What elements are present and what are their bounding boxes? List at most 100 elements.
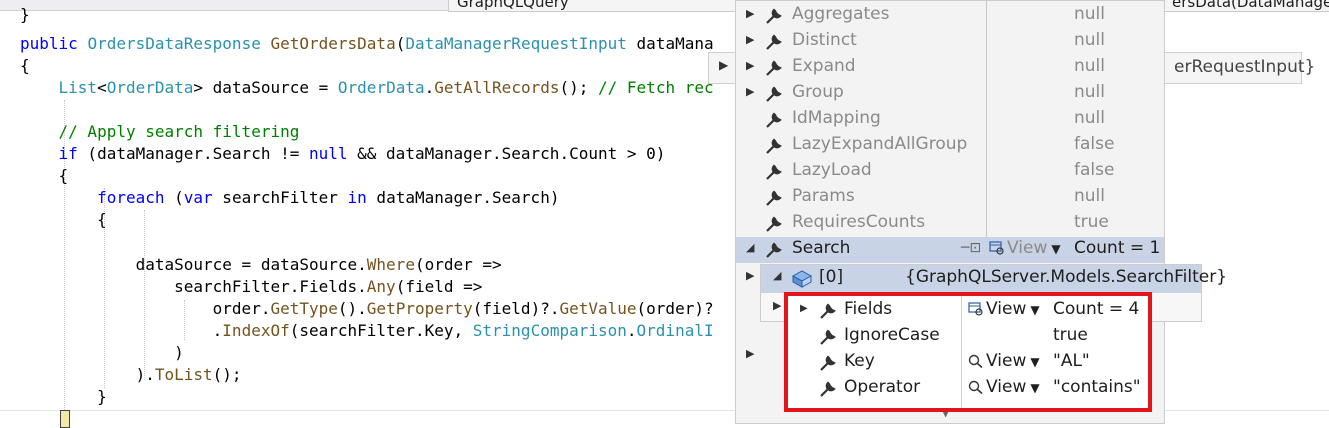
tab-label: ersData(DataManager [1172, 0, 1329, 11]
property-wrench-icon [766, 138, 782, 154]
expand-arrow-icon[interactable]: ▶ [746, 347, 754, 360]
property-wrench-icon [766, 60, 782, 76]
property-wrench-icon [820, 303, 836, 319]
tab-graphql-query[interactable]: GraphQLQuery [448, 0, 743, 12]
code-line: } [20, 387, 107, 406]
datatip-name: Expand [792, 56, 856, 76]
expand-arrow-icon[interactable]: ▶ [746, 269, 754, 282]
code-line: { [20, 56, 30, 75]
datatip-value: null [1074, 108, 1105, 128]
property-wrench-icon [766, 242, 782, 258]
view-label: View [1007, 238, 1048, 258]
code-line: foreach (var searchFilter in dataManager… [97, 188, 560, 207]
expand-arrow-icon[interactable]: ▶ [719, 58, 728, 72]
expand-arrow-icon[interactable]: ▶ [746, 85, 754, 98]
code-line: ) [20, 343, 184, 362]
filter-field-row[interactable]: IgnoreCase true [788, 324, 1148, 350]
search-item-value: {GraphQLServer.Models.SearchFilter} [905, 267, 1228, 287]
field-name: Operator [844, 377, 921, 397]
dropdown-arrow-icon: ▼ [1030, 303, 1040, 317]
datatip-row[interactable]: IdMapping null [736, 107, 1164, 133]
code-line: .IndexOf(searchFilter.Key, StringCompari… [20, 321, 714, 340]
magnifier-icon [968, 354, 983, 368]
datatip-name: Params [792, 186, 855, 206]
datatip-name: Group [792, 82, 844, 102]
code-line: // Apply search filtering [58, 122, 300, 141]
view-label: View [986, 299, 1027, 319]
view-label: View [986, 377, 1027, 397]
datatip-name: Aggregates [792, 4, 890, 24]
dropdown-arrow-icon: ▼ [1030, 355, 1040, 369]
datatip-name: RequiresCounts [792, 212, 926, 232]
highlighted-search-filter-details[interactable]: ▶ Fields View ▼ Count = 4 IgnoreCase true Key Vi… [784, 292, 1152, 412]
property-wrench-icon [766, 86, 782, 102]
datatip-name: Distinct [792, 30, 857, 50]
code-line: public OrdersDataResponse GetOrdersData(… [20, 34, 714, 53]
datatip-value: Count = 1 [1074, 238, 1161, 258]
code-line: ).ToList(); [20, 365, 242, 384]
datatip-name: Search [792, 238, 851, 258]
datatip-name: IdMapping [792, 108, 881, 128]
code-line: searchFilter.Fields.Any(field => [20, 277, 483, 296]
datatip-row-search[interactable]: ◢ Search ─⊡ View ▼ Count = 1 [736, 237, 1164, 263]
property-wrench-icon [766, 164, 782, 180]
code-line: } [20, 5, 30, 24]
tab-get-orders-data[interactable]: ersData(DataManager [1163, 0, 1329, 12]
datatip-name: LazyLoad [792, 160, 872, 180]
view-button[interactable]: View ▼ [968, 351, 1040, 371]
datatip-value: null [1074, 82, 1105, 102]
view-label: View [986, 351, 1027, 371]
field-name: IgnoreCase [844, 325, 940, 345]
code-line: if (dataManager.Search != null && dataMa… [58, 144, 666, 163]
expand-arrow-icon[interactable]: ▶ [800, 303, 808, 314]
datatip-row[interactable]: ▶ Distinct null [736, 29, 1164, 55]
filter-field-row[interactable]: ▶ Fields View ▼ Count = 4 [788, 298, 1148, 324]
filter-field-row[interactable]: Key View ▼ "AL" [788, 350, 1148, 376]
datatip-name: LazyExpandAllGroup [792, 134, 968, 154]
view-button[interactable]: View ▼ [968, 377, 1040, 397]
type-tooltip-text: erRequestInput} [1174, 57, 1316, 77]
expand-arrow-icon[interactable]: ▶ [746, 59, 754, 72]
property-wrench-icon [820, 355, 836, 371]
dropdown-arrow-icon: ▼ [1030, 381, 1040, 395]
pin-icon[interactable]: ─⊡ [961, 240, 981, 256]
datatip-row[interactable]: Params null [736, 185, 1164, 211]
datatip-row[interactable]: LazyLoad false [736, 159, 1164, 185]
code-line: order.GetType().GetProperty(field)?.GetV… [20, 299, 714, 318]
expand-arrow-icon[interactable]: ▶ [746, 7, 754, 20]
property-wrench-icon [766, 8, 782, 24]
view-button[interactable]: View ▼ [989, 238, 1061, 258]
code-line: { [20, 166, 69, 185]
view-button[interactable]: View ▼ [968, 299, 1040, 319]
expand-arrow-icon[interactable]: ▶ [746, 33, 754, 46]
text-caret [60, 410, 70, 428]
datatip-row[interactable]: LazyExpandAllGroup false [736, 133, 1164, 159]
code-line: { [20, 210, 107, 229]
field-value: "AL" [1053, 351, 1090, 371]
datatip-row[interactable]: ▶ Expand null [736, 55, 1164, 81]
datatip-value: false [1074, 134, 1115, 154]
magnifier-icon [968, 380, 983, 394]
datatip-value: null [1074, 30, 1105, 50]
field-value: "contains" [1053, 377, 1141, 397]
datatip-value: null [1074, 56, 1105, 76]
code-line: List<OrderData> dataSource = OrderData.G… [58, 78, 714, 97]
property-wrench-icon [766, 34, 782, 50]
filter-field-row[interactable]: Operator View ▼ "contains" [788, 376, 1148, 402]
search-item-row[interactable]: ◢ [0] {GraphQLServer.Models.SearchFilter… [761, 265, 1227, 293]
field-name: Key [844, 351, 875, 371]
datatip-row[interactable]: ▶ Group null [736, 81, 1164, 107]
collapse-arrow-icon[interactable]: ◢ [773, 269, 781, 282]
datatip-value: null [1074, 186, 1105, 206]
property-wrench-icon [766, 190, 782, 206]
search-item-name: [0] [819, 267, 844, 287]
expand-arrow-icon[interactable]: ▶ [773, 299, 781, 312]
tab-label: GraphQLQuery [457, 0, 569, 11]
property-wrench-icon [820, 329, 836, 345]
datatip-row[interactable]: RequiresCounts true [736, 211, 1164, 237]
property-wrench-icon [766, 216, 782, 232]
datatip-row[interactable]: ▶ Aggregates null [736, 3, 1164, 29]
datatip-value: null [1074, 4, 1105, 24]
property-wrench-icon [820, 381, 836, 397]
collapse-arrow-icon[interactable]: ◢ [746, 241, 754, 254]
